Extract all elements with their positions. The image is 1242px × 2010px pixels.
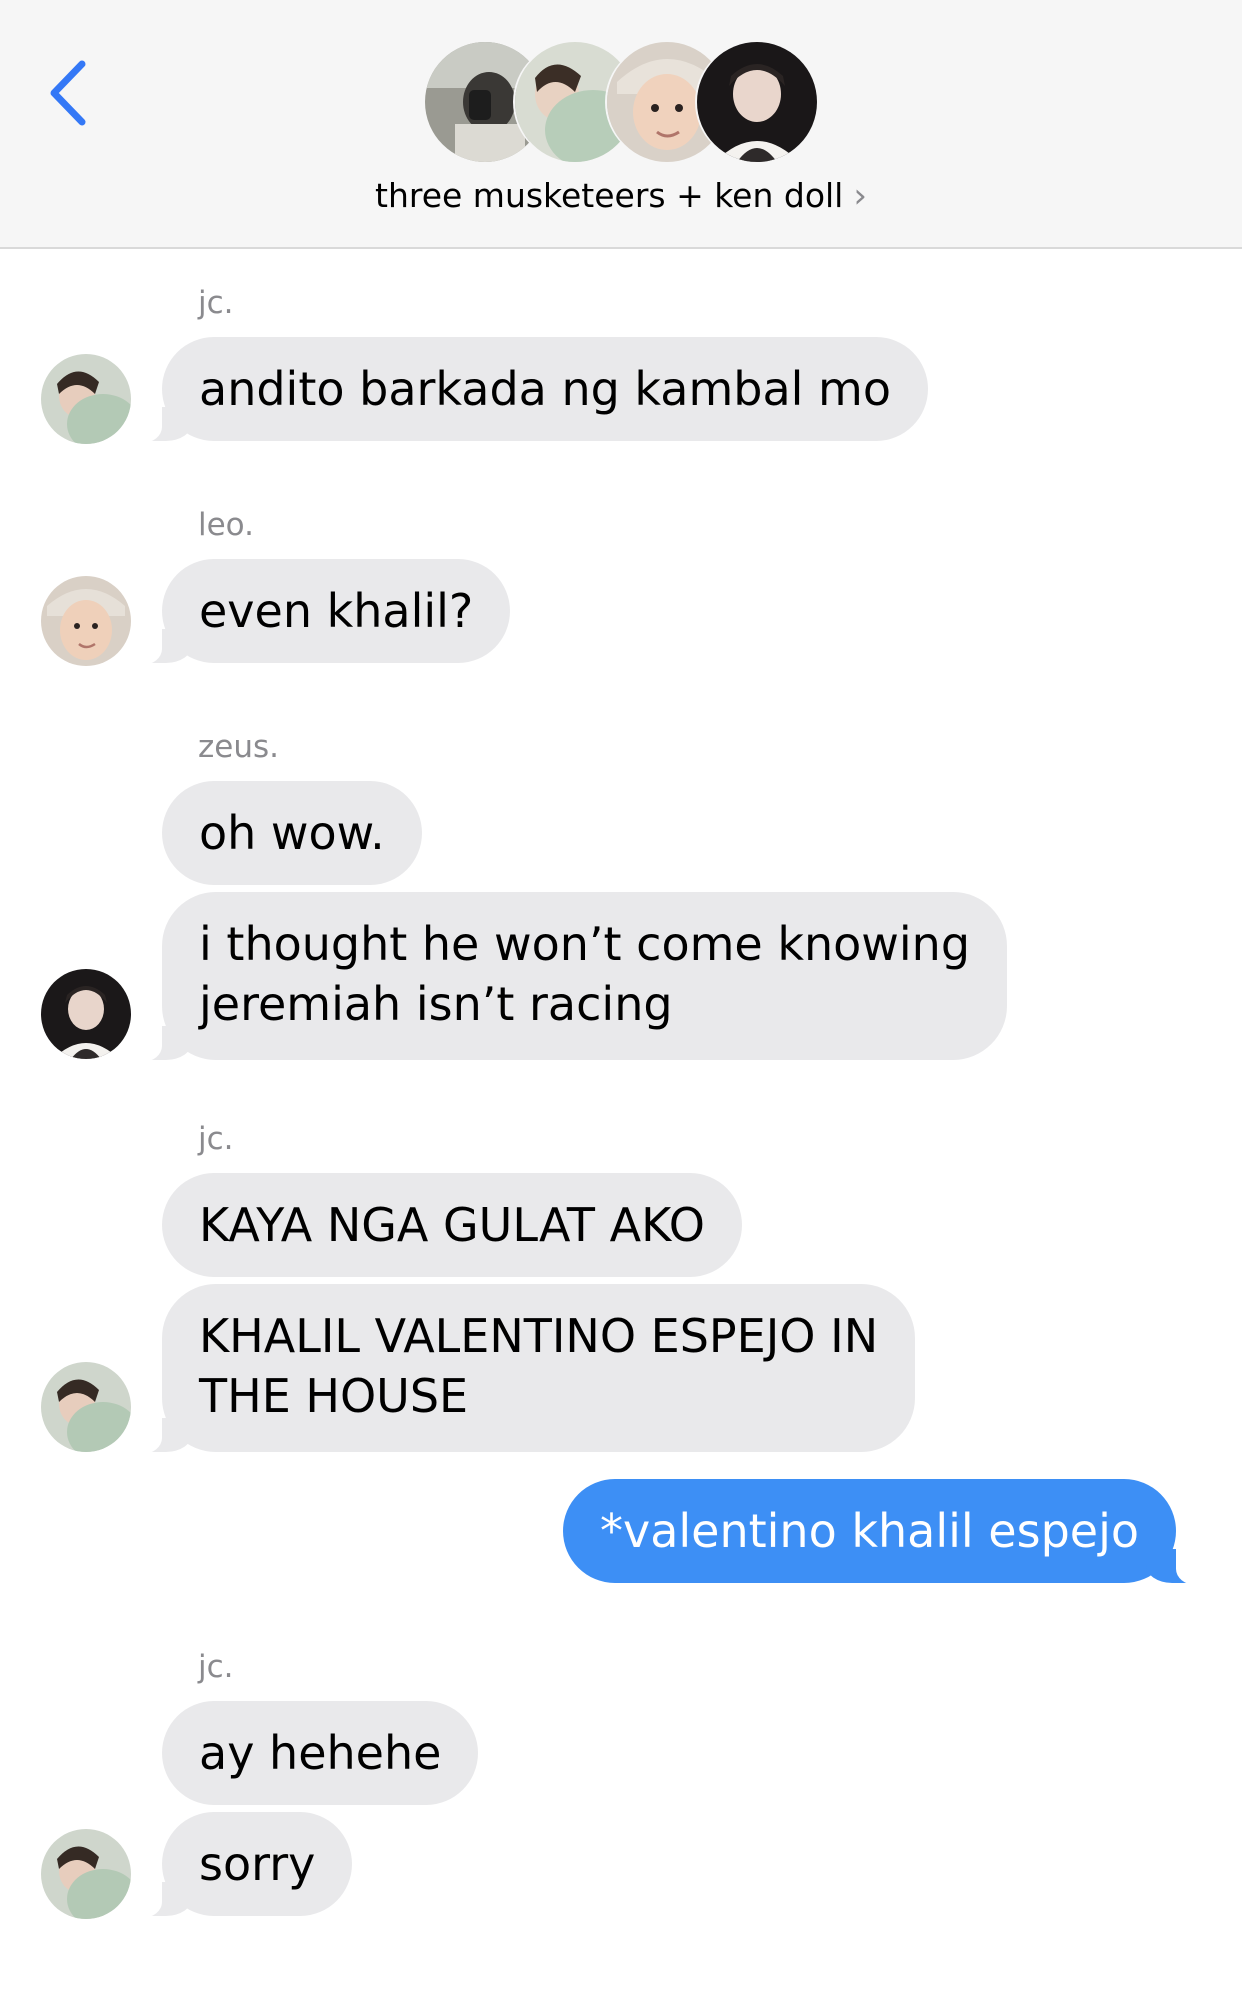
message-bubble[interactable]: even khalil? [127,559,511,665]
group-member-avatar [697,42,817,162]
chevron-left-icon[interactable] [46,58,90,128]
message-text: even khalil? [199,584,474,638]
message-bubble[interactable]: KAYA NGA GULAT AKO [162,1173,742,1277]
group-avatar-stack[interactable] [425,42,817,164]
sender-name: zeus. [198,729,279,765]
chevron-right-icon: › [853,176,867,216]
sender-name: leo. [198,507,254,543]
message-bubble[interactable]: i thought he won’t come knowing jeremiah… [127,892,1008,1062]
message-text: *valentino khalil espejo [599,1504,1139,1558]
sender-name: jc. [198,1121,234,1157]
message-text-line: THE HOUSE [199,1369,469,1423]
message-bubble[interactable]: andito barkada ng kambal mo [128,337,928,443]
message-text: oh wow. [199,806,385,860]
avatar-jc[interactable] [41,1362,131,1452]
message-text: andito barkada ng kambal mo [199,362,891,416]
group-name[interactable]: three musketeers + ken doll › [0,172,1242,220]
message-text-line: i thought he won’t come knowing [199,917,971,971]
message-text-line: KHALIL VALENTINO ESPEJO IN [199,1309,879,1363]
message-text-line: jeremiah isn’t racing [199,977,673,1031]
message-bubble[interactable]: oh wow. [162,781,422,885]
group-name-label: three musketeers + ken doll [375,176,844,215]
message-bubble[interactable]: sorry [127,1812,353,1918]
avatar-zeus[interactable] [41,969,131,1059]
message-text: ay hehehe [199,1726,442,1780]
message-text: sorry [199,1837,316,1891]
message-bubble[interactable]: ay hehehe [162,1701,479,1805]
message-bubble[interactable]: KHALIL VALENTINO ESPEJO IN THE HOUSE [127,1284,916,1454]
sender-name: jc. [198,285,234,321]
avatar-leo[interactable] [41,576,131,666]
message-text: KAYA NGA GULAT AKO [199,1198,705,1252]
outgoing-message-bubble[interactable]: *valentino khalil espejo [562,1479,1211,1585]
sender-name: jc. [198,1649,234,1685]
avatar-jc[interactable] [41,354,131,444]
conversation-header: three musketeers + ken doll › [0,0,1242,249]
avatar-jc[interactable] [41,1829,131,1919]
